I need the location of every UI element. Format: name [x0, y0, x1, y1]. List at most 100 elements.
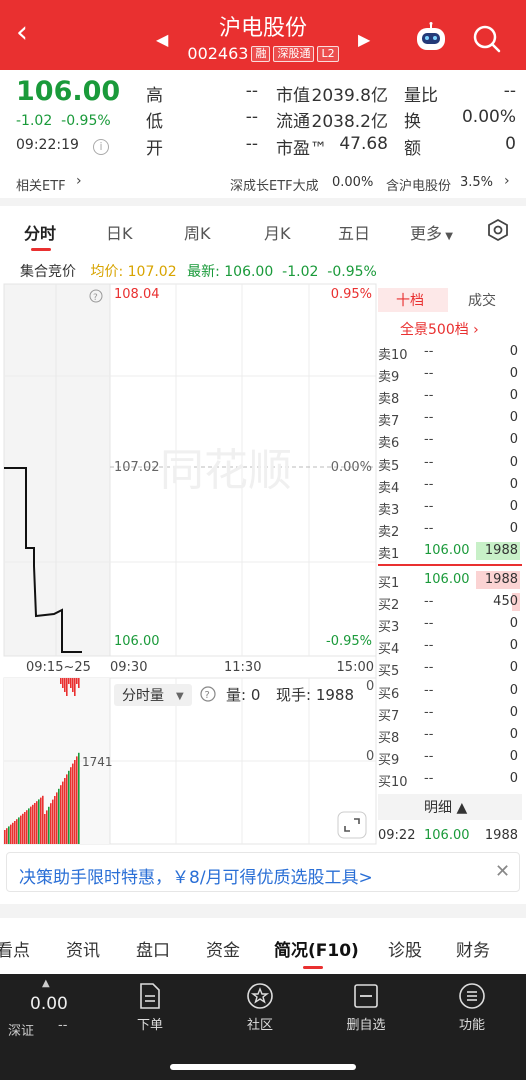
ask-level-label: 卖4	[378, 480, 400, 496]
ask-level-row[interactable]: 卖5 -- 0	[378, 453, 520, 475]
etf-item1-value: 0.00%	[332, 175, 374, 190]
bid-level-price: 106.00	[424, 572, 470, 587]
tag-connect: 深股通	[273, 46, 315, 62]
volume-bar	[32, 804, 34, 844]
bid-level-price: --	[424, 660, 434, 676]
tab-intraday[interactable]: 分时	[24, 220, 56, 244]
order-button[interactable]: 下单	[110, 982, 190, 1033]
ask-level-row[interactable]: 卖8 -- 0	[378, 386, 520, 408]
volume-bar	[20, 815, 22, 844]
bid-level-price: --	[424, 682, 434, 698]
tab-financials[interactable]: 财务	[456, 936, 490, 961]
bid-level-row[interactable]: 买10 -- 0	[378, 769, 520, 791]
bid-level-price: --	[424, 594, 434, 610]
functions-button[interactable]: 功能	[432, 982, 512, 1033]
ask-level-row[interactable]: 卖1 106.00 1988	[378, 541, 520, 563]
tab-more[interactable]: 更多 ▼	[410, 220, 453, 244]
legend-latest: 最新: 106.00 -1.02 -0.95%	[187, 264, 377, 280]
orderbook-tab-trades[interactable]: 成交	[468, 292, 496, 309]
volume-bar	[44, 814, 46, 844]
volume-bar	[24, 812, 26, 844]
info-icon[interactable]: i	[93, 139, 109, 155]
volume-bar	[60, 678, 62, 684]
tab-monthly-k[interactable]: 月K	[264, 220, 291, 244]
ask-level-label: 卖10	[378, 348, 408, 363]
bid-level-volume: 0	[509, 616, 518, 632]
order-label: 下单	[136, 1018, 163, 1033]
y-mid-pct: 0.00%	[331, 460, 372, 475]
ask-level-row[interactable]: 卖6 -- 0	[378, 430, 520, 452]
x-label-open: 09:30	[110, 660, 147, 675]
detail-label-text: 明细	[424, 800, 452, 816]
ask-level-volume: 0	[509, 344, 518, 359]
tab-highlights[interactable]: 看点	[0, 936, 30, 961]
ask-level-price: 106.00	[424, 542, 470, 558]
tab-orderbook[interactable]: 盘口	[136, 936, 170, 961]
related-etf-row[interactable]: 相关ETF › 深成长ETF大成 0.00% 含沪电股份 3.5% ›	[0, 168, 526, 198]
tab-weekly-k[interactable]: 周K	[184, 220, 211, 244]
ask-level-row[interactable]: 卖9 -- 0	[378, 364, 520, 386]
orderbook-tab-tenlevel[interactable]: 十档	[396, 293, 424, 309]
assistant-robot-icon[interactable]	[414, 22, 448, 52]
bid-level-row[interactable]: 买6 -- 0	[378, 681, 520, 703]
tab-diagnosis[interactable]: 诊股	[388, 936, 422, 961]
stock-header: ‹ ◀ ▶ 沪电股份 002463 融深股通 L2	[0, 0, 526, 70]
x-label-auction: 09:15~25	[26, 660, 91, 675]
ask-level-row[interactable]: 卖7 -- 0	[378, 408, 520, 430]
active-tab-indicator	[303, 966, 323, 969]
ask-level-label: 卖5	[378, 458, 400, 474]
promo-banner[interactable]: 决策助手限时特惠，￥8/月可得优质选股工具> ✕	[6, 852, 520, 892]
volume-bar	[40, 797, 42, 844]
bid-level-row[interactable]: 买3 -- 0	[378, 614, 520, 636]
bid-level-row[interactable]: 买4 -- 0	[378, 636, 520, 658]
ask-level-volume: 1988	[484, 542, 518, 558]
index-widget[interactable]: ▲ 0.00 深证 --	[8, 978, 94, 1039]
close-icon[interactable]: ✕	[495, 861, 510, 882]
tab-news[interactable]: 资讯	[66, 936, 100, 961]
ask-level-row[interactable]: 卖10 -- 0	[378, 342, 520, 364]
remove-watchlist-icon	[354, 984, 378, 1008]
tab-funds[interactable]: 资金	[206, 936, 240, 961]
volume-bar	[72, 763, 74, 844]
bid-level-volume: 0	[509, 638, 518, 654]
volume-bar	[4, 830, 6, 844]
search-icon[interactable]	[472, 24, 502, 54]
ask-level-price: --	[424, 388, 434, 404]
bid-level-row[interactable]: 买1 106.00 1988	[378, 570, 520, 592]
volume-bar	[28, 808, 30, 844]
bid-level-price: --	[424, 616, 434, 632]
bid-level-row[interactable]: 买7 -- 0	[378, 703, 520, 725]
tab-five-day[interactable]: 五日	[338, 220, 370, 244]
volume-bar	[78, 678, 80, 688]
bid-level-row[interactable]: 买2 -- 450	[378, 592, 520, 614]
ask-level-row[interactable]: 卖4 -- 0	[378, 475, 520, 497]
community-button[interactable]: 社区	[220, 982, 300, 1033]
bid-level-label: 买10	[378, 774, 408, 790]
remove-watchlist-button[interactable]: 删自选	[326, 982, 406, 1033]
full-depth-link[interactable]: 全景500档 ›	[400, 321, 479, 338]
ask-level-price: --	[424, 498, 434, 514]
bid-level-volume: 0	[509, 770, 518, 786]
ask-level-price: --	[424, 432, 434, 448]
fullscreen-button[interactable]	[337, 811, 367, 839]
ask-level-row[interactable]: 卖3 -- 0	[378, 497, 520, 519]
settings-hexagon-icon[interactable]	[486, 218, 510, 242]
volume-label-text: 量:	[226, 686, 246, 704]
ask-level-volume: 0	[509, 410, 518, 426]
bid-level-row[interactable]: 买5 -- 0	[378, 658, 520, 680]
volume-selector-label: 分时量	[122, 688, 164, 704]
volume-bar	[52, 799, 54, 844]
tab-daily-k[interactable]: 日K	[106, 220, 133, 244]
bid-level-price: --	[424, 770, 434, 786]
volume-bar	[64, 678, 66, 692]
bid-level-row[interactable]: 买9 -- 0	[378, 747, 520, 769]
tab-f10[interactable]: 简况(F10)	[274, 936, 359, 961]
ask-level-price: --	[424, 476, 434, 492]
bid-level-row[interactable]: 买8 -- 0	[378, 725, 520, 747]
ask-level-label: 卖1	[378, 546, 400, 562]
ask-level-row[interactable]: 卖2 -- 0	[378, 519, 520, 541]
x-label-noon: 11:30	[224, 660, 261, 675]
bid-level-label: 买4	[378, 642, 400, 658]
order-icon	[140, 983, 160, 1009]
ask-level-label: 卖2	[378, 524, 400, 540]
